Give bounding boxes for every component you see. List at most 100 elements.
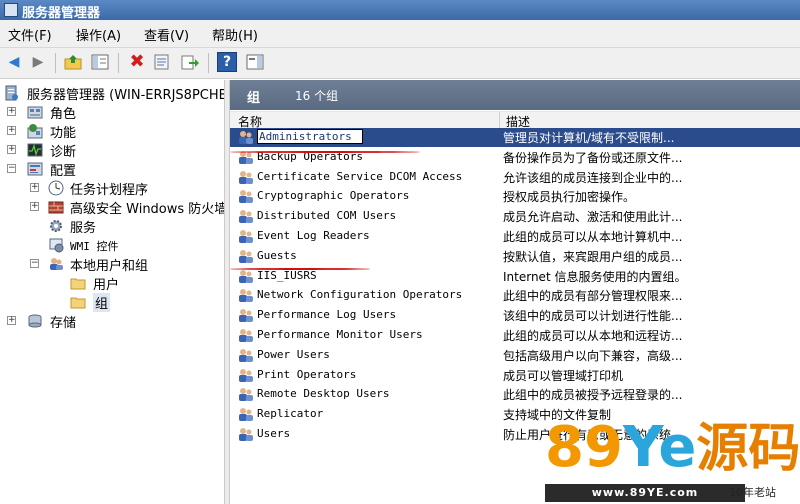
tree-label-wmi: WMI 控件 [70, 240, 119, 253]
group-description: 此组的成员可以从本地和远程访... [503, 329, 683, 343]
tree-node-configuration[interactable]: − 配置 [0, 160, 224, 179]
toolbar: ◀ ▶ ✖ ? [0, 48, 800, 79]
group-name: Performance Monitor Users [257, 328, 423, 341]
tree-label-storage: 存储 [50, 316, 77, 331]
group-icon [239, 170, 253, 184]
annotation-underline [230, 268, 370, 270]
roles-icon [27, 106, 43, 119]
expand-icon[interactable]: + [30, 202, 39, 211]
group-icon [239, 348, 253, 362]
group-description: 成员可以管理域打印机 [503, 368, 624, 383]
group-name: Print Operators [257, 367, 357, 381]
group-icon [239, 289, 253, 303]
group-description: 此组的成员可以从本地计算机中... [503, 230, 683, 244]
firewall-icon [48, 201, 64, 214]
tree-label-configuration: 配置 [50, 164, 77, 179]
forward-icon[interactable]: ▶ [28, 52, 48, 72]
folder-icon [70, 278, 86, 290]
expand-icon[interactable]: + [7, 316, 16, 325]
group-icon [239, 329, 253, 342]
group-icon [239, 249, 253, 263]
tree-node-task-scheduler[interactable]: + 任务计划程序 [0, 179, 224, 198]
export-list-icon[interactable] [180, 52, 200, 72]
group-icon [239, 368, 253, 382]
users-groups-icon [50, 258, 63, 270]
group-description: 包括高级用户以向下兼容，高级... [503, 348, 683, 363]
group-row[interactable]: Cryptographic Operators 授权成员执行加密操作。 [230, 187, 800, 206]
group-row[interactable]: Network Configuration Operators 此组中的成员有部分… [230, 286, 800, 305]
group-name[interactable]: Administrators [257, 129, 363, 144]
group-row[interactable]: Print Operators 成员可以管理域打印机 [230, 366, 800, 385]
expand-icon[interactable]: + [7, 107, 16, 116]
tree-label-local-users-groups: 本地用户和组 [70, 259, 149, 274]
back-icon[interactable]: ◀ [4, 52, 24, 72]
group-description: 管理员对计算机/域有不受限制... [503, 131, 675, 145]
group-name: Performance Log Users [257, 308, 397, 322]
group-icon [239, 269, 253, 283]
tree-node-users[interactable]: 用户 [0, 274, 224, 293]
group-icon [239, 309, 253, 323]
group-row[interactable]: Performance Monitor Users 此组的成员可以从本地和远程访.… [230, 326, 800, 345]
delete-icon[interactable]: ✖ [127, 52, 147, 72]
group-name: Distributed COM Users [257, 209, 397, 223]
group-row[interactable]: Power Users 包括高级用户以向下兼容，高级... [230, 346, 800, 365]
group-icon [239, 408, 253, 422]
group-row[interactable]: Remote Desktop Users 此组中的成员被授予远程登录的... [230, 385, 800, 404]
server-manager-icon [4, 3, 18, 17]
wmi-icon [49, 238, 64, 253]
menu-bar: 文件(F) 操作(A) 查看(V) 帮助(H) [0, 20, 800, 48]
help-icon[interactable]: ? [217, 52, 237, 72]
tree-label-services: 服务 [70, 221, 97, 236]
tree-node-services[interactable]: 服务 [0, 217, 224, 236]
group-name: Event Log Readers [257, 229, 370, 242]
tree-node-diagnostics[interactable]: + 诊断 [0, 141, 224, 160]
tree-node-storage[interactable]: + 存储 [0, 312, 224, 331]
tree-node-local-users-groups[interactable]: − 本地用户和组 [0, 255, 224, 274]
group-row[interactable]: Performance Log Users 该组中的成员可以计划进行性能... [230, 306, 800, 325]
expand-icon[interactable]: + [7, 145, 16, 154]
show-hide-tree-icon[interactable] [90, 52, 110, 72]
group-row[interactable]: Distributed COM Users 成员允许启动、激活和使用此计... [230, 207, 800, 226]
folder-icon [70, 297, 86, 309]
group-description: 授权成员执行加密操作。 [503, 190, 636, 205]
server-icon [5, 85, 18, 101]
tree-node-features[interactable]: + 功能 [0, 122, 224, 141]
tree-node-firewall[interactable]: + 高级安全 Windows 防火墙 [0, 198, 224, 216]
group-name: Users [257, 427, 291, 440]
properties-icon[interactable] [152, 52, 172, 72]
group-name: Cryptographic Operators [257, 189, 410, 203]
group-name: Power Users [257, 347, 330, 361]
group-icon [239, 210, 253, 224]
watermark-logo: 89Ye源码 [545, 415, 800, 480]
group-name: Certificate Service DCOM Access [257, 169, 463, 183]
expand-icon[interactable]: + [30, 183, 39, 192]
storage-icon [28, 314, 42, 328]
group-row[interactable]: Event Log Readers 此组的成员可以从本地计算机中... [230, 227, 800, 246]
menu-help[interactable]: 帮助(H) [212, 25, 258, 44]
group-description: 按默认值，来宾跟用户组的成员... [503, 249, 683, 264]
tree-node-groups[interactable]: 组 [0, 293, 224, 312]
group-description: Internet 信息服务使用的内置组。 [503, 269, 687, 284]
group-row[interactable]: Administrators 管理员对计算机/域有不受限制... [230, 128, 800, 147]
tree-node-server-manager[interactable]: 服务器管理器 (WIN-ERRJS8PCHB [0, 84, 224, 103]
tree-node-wmi[interactable]: WMI 控件 [0, 236, 224, 254]
collapse-icon[interactable]: − [30, 259, 39, 268]
group-row[interactable]: Certificate Service DCOM Access 允许该组的成员连接… [230, 168, 800, 187]
group-row[interactable]: Guests 按默认值，来宾跟用户组的成员... [230, 247, 800, 266]
features-icon [27, 124, 43, 139]
expand-icon[interactable]: + [7, 126, 16, 135]
tree-node-roles[interactable]: + 角色 [0, 103, 224, 122]
menu-view[interactable]: 查看(V) [144, 25, 189, 44]
up-folder-icon[interactable] [63, 52, 83, 72]
menu-action[interactable]: 操作(A) [76, 25, 121, 44]
tree-label-firewall: 高级安全 Windows 防火墙 [70, 202, 224, 216]
group-icon [239, 388, 253, 402]
menu-file[interactable]: 文件(F) [8, 25, 52, 44]
action-pane-icon[interactable] [245, 52, 265, 72]
group-name: Guests [257, 248, 297, 262]
collapse-icon[interactable]: − [7, 164, 16, 173]
window-title: 服务器管理器 [22, 6, 101, 21]
group-name: Remote Desktop Users [257, 387, 390, 401]
group-icon [239, 131, 253, 144]
diagnostics-icon [27, 143, 43, 157]
